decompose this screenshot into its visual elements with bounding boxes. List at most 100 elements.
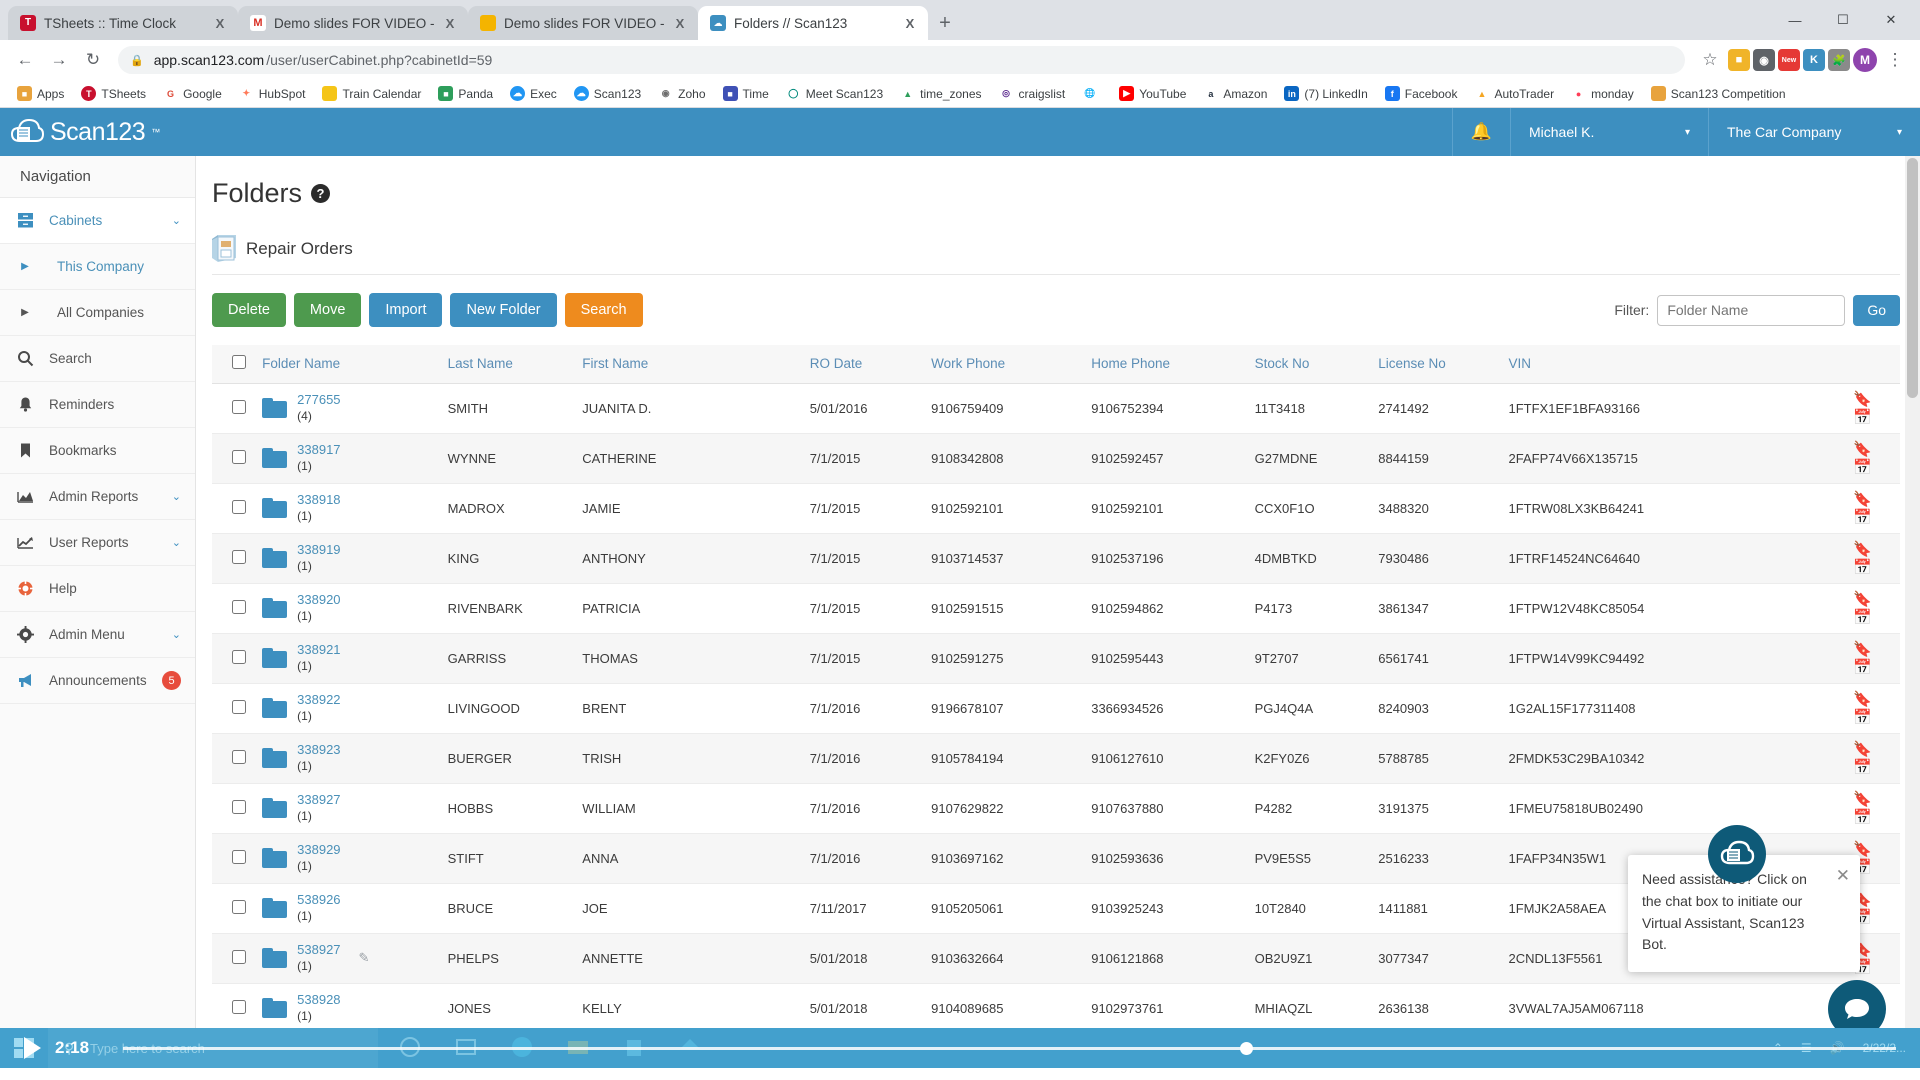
maximize-button[interactable]: ☐: [1820, 4, 1866, 36]
extension-icon-new[interactable]: New: [1778, 49, 1800, 71]
column-ro-date[interactable]: RO Date: [803, 345, 926, 384]
folder-link[interactable]: 277655: [297, 392, 340, 408]
sidebar-item-reminders[interactable]: Reminders: [0, 382, 195, 428]
table-row[interactable]: 338918 (1) MADROX JAMIE 7/1/2015 9102592101 91…: [212, 483, 1900, 534]
forward-icon[interactable]: →: [44, 45, 74, 75]
table-row[interactable]: 277655 (4) SMITH JUANITA D. 5/01/2016 9106759…: [212, 383, 1900, 434]
bookmark-icon[interactable]: 🔖: [1853, 791, 1872, 808]
video-progress-knob[interactable]: [1239, 1041, 1253, 1055]
filter-input[interactable]: [1657, 294, 1846, 326]
back-icon[interactable]: ←: [10, 45, 40, 75]
bookmark-icon[interactable]: 🔖: [1853, 741, 1872, 758]
bookmark-linkedin[interactable]: in (7) LinkedIn: [1277, 83, 1374, 104]
address-bar[interactable]: 🔒 app.scan123.com/user/userCabinet.php?c…: [118, 46, 1685, 74]
sidebar-item-cabinets[interactable]: Cabinets ⌄: [0, 198, 195, 244]
sidebar-item-user-reports[interactable]: User Reports ⌄: [0, 520, 195, 566]
close-window-button[interactable]: ✕: [1868, 4, 1914, 36]
table-row[interactable]: 338927 (1) HOBBS WILLIAM 7/1/2016 9107629822 9…: [212, 783, 1900, 834]
calendar-icon[interactable]: 📅: [1853, 559, 1872, 576]
extension-puzzle-icon[interactable]: 🧩: [1828, 49, 1850, 71]
column-license-no[interactable]: License No: [1372, 345, 1503, 384]
browser-tab-0[interactable]: T TSheets :: Time Clock X: [8, 6, 238, 40]
folder-link[interactable]: 338918: [297, 492, 340, 508]
calendar-icon[interactable]: 📅: [1853, 409, 1872, 426]
row-checkbox[interactable]: [232, 999, 246, 1014]
bookmark-meet-scan123[interactable]: ◯ Meet Scan123: [779, 83, 890, 104]
sidebar-item-search[interactable]: Search: [0, 336, 195, 382]
bookmark-facebook[interactable]: f Facebook: [1378, 83, 1465, 104]
bookmark-scan123-competition[interactable]: Scan123 Competition: [1644, 83, 1793, 104]
column-stock-no[interactable]: Stock No: [1248, 345, 1373, 384]
folder-link[interactable]: 338921: [297, 642, 340, 658]
bookmark-scan123[interactable]: ☁ Scan123: [567, 83, 648, 104]
extension-icon-2[interactable]: ◉: [1753, 49, 1775, 71]
extension-icon-1[interactable]: ■: [1728, 49, 1750, 71]
row-checkbox[interactable]: [232, 649, 246, 664]
row-checkbox[interactable]: [232, 599, 246, 614]
app-logo[interactable]: Scan123 ™: [0, 108, 196, 156]
bookmark-apps[interactable]: ■ Apps: [10, 83, 71, 104]
bookmark-exec[interactable]: ☁ Exec: [503, 83, 564, 104]
browser-tab-2[interactable]: Demo slides FOR VIDEO - Googl X: [468, 6, 698, 40]
table-row[interactable]: 338922 (1) LIVINGOOD BRENT 7/1/2016 919667810…: [212, 683, 1900, 734]
folder-link[interactable]: 538927: [297, 942, 340, 958]
tab-close-icon[interactable]: X: [902, 16, 918, 31]
table-row[interactable]: 338921 (1) GARRISS THOMAS 7/1/2015 9102591275…: [212, 633, 1900, 684]
page-scrollbar[interactable]: [1905, 156, 1920, 1068]
column-work-phone[interactable]: Work Phone: [925, 345, 1086, 384]
go-button[interactable]: Go: [1853, 294, 1900, 326]
bookmark-zoho[interactable]: ◉ Zoho: [651, 83, 712, 104]
calendar-icon[interactable]: 📅: [1853, 809, 1872, 826]
calendar-icon[interactable]: 📅: [1853, 609, 1872, 626]
table-row[interactable]: 338920 (1) RIVENBARK PATRICIA 7/1/2015 910259…: [212, 583, 1900, 634]
user-menu[interactable]: Michael K. ▾: [1510, 108, 1708, 156]
play-icon[interactable]: [24, 1037, 41, 1059]
bookmark-icon[interactable]: 🔖: [1853, 391, 1872, 408]
bookmark-hubspot[interactable]: ✦ HubSpot: [232, 83, 313, 104]
sidebar-item-this-company[interactable]: ▶ This Company: [0, 244, 195, 290]
row-checkbox[interactable]: [232, 849, 246, 864]
bookmark-tsheets[interactable]: T TSheets: [74, 83, 153, 104]
bookmark-icon[interactable]: 🔖: [1853, 691, 1872, 708]
bookmark-icon[interactable]: 🔖: [1853, 491, 1872, 508]
sidebar-item-admin-reports[interactable]: Admin Reports ⌄: [0, 474, 195, 520]
bookmark-star-icon[interactable]: ☆: [1695, 45, 1725, 75]
calendar-icon[interactable]: 📅: [1853, 659, 1872, 676]
reload-icon[interactable]: ↻: [78, 45, 108, 75]
sidebar-item-help[interactable]: Help: [0, 566, 195, 612]
delete-button[interactable]: Delete: [212, 293, 286, 327]
search-button[interactable]: Search: [564, 293, 643, 327]
column-home-phone[interactable]: Home Phone: [1085, 345, 1249, 384]
browser-tab-1[interactable]: M Demo slides FOR VIDEO - Invitat X: [238, 6, 468, 40]
calendar-icon[interactable]: 📅: [1853, 759, 1872, 776]
profile-avatar[interactable]: M: [1853, 48, 1877, 72]
row-checkbox[interactable]: [232, 499, 246, 514]
column-first-name[interactable]: First Name: [576, 345, 804, 384]
new-folder-button[interactable]: New Folder: [450, 293, 557, 327]
folder-link[interactable]: 338922: [297, 692, 340, 708]
row-checkbox[interactable]: [232, 949, 246, 964]
table-row[interactable]: 338919 (1) KING ANTHONY 7/1/2015 9103714537 91…: [212, 533, 1900, 584]
bookmark-globe[interactable]: 🌐: [1075, 83, 1109, 104]
bookmark-time-zones[interactable]: ▲ time_zones: [893, 83, 988, 104]
bookmark-monday[interactable]: ● monday: [1564, 83, 1641, 104]
edit-pencil-icon[interactable]: ✎: [359, 950, 370, 966]
calendar-icon[interactable]: 📅: [1853, 709, 1872, 726]
browser-tab-3[interactable]: ☁ Folders // Scan123 X: [698, 6, 928, 40]
select-all-checkbox[interactable]: [232, 355, 246, 370]
sidebar-item-admin-menu[interactable]: Admin Menu ⌄: [0, 612, 195, 658]
extension-icon-k[interactable]: K: [1803, 49, 1825, 71]
folder-link[interactable]: 338917: [297, 442, 340, 458]
bookmark-craigslist[interactable]: ◎ craigslist: [992, 83, 1073, 104]
tab-close-icon[interactable]: X: [212, 16, 228, 31]
column-last-name[interactable]: Last Name: [441, 345, 577, 384]
bookmark-google[interactable]: G Google: [156, 83, 229, 104]
video-progress-track[interactable]: [123, 1041, 1896, 1055]
browser-menu-icon[interactable]: ⋮: [1880, 45, 1910, 75]
bookmark-train-calendar[interactable]: Train Calendar: [315, 83, 428, 104]
move-button[interactable]: Move: [293, 293, 362, 327]
calendar-icon[interactable]: 📅: [1853, 459, 1872, 476]
row-checkbox[interactable]: [232, 549, 246, 564]
bookmark-icon[interactable]: 🔖: [1853, 641, 1872, 658]
table-row[interactable]: 338923 (1) BUERGER TRISH 7/1/2016 9105784194 9…: [212, 733, 1900, 784]
